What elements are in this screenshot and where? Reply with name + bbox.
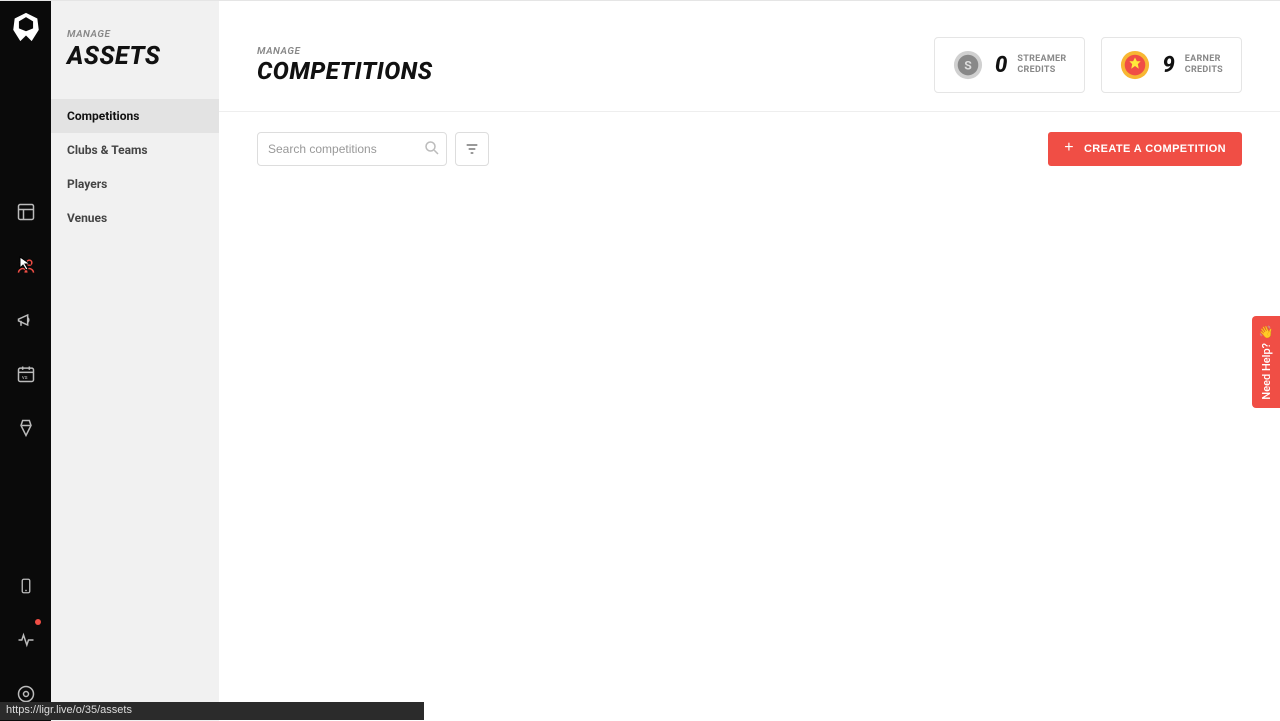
sidebar-item-players[interactable]: Players xyxy=(51,167,219,201)
earner-credits-label: EARNERCREDITS xyxy=(1185,54,1223,76)
sidebar-item-competitions[interactable]: Competitions xyxy=(51,99,219,133)
status-url-bar: https://ligr.live/o/35/assets xyxy=(0,702,424,720)
help-emoji-icon: 👋 xyxy=(1259,325,1274,339)
notification-dot-icon xyxy=(35,619,41,625)
streamer-credits-icon: S xyxy=(953,50,983,80)
nav-promote[interactable] xyxy=(0,293,51,347)
nav-activity[interactable] xyxy=(0,613,51,667)
page-title: COMPETITIONS xyxy=(257,57,918,85)
nav-mobile[interactable] xyxy=(0,559,51,613)
search-input[interactable] xyxy=(257,132,447,166)
streamer-credits-card[interactable]: S 0 STREAMERCREDITS xyxy=(934,37,1085,93)
plus-icon: + xyxy=(1064,139,1074,157)
sidebar-title: ASSETS xyxy=(51,40,219,99)
filter-button[interactable] xyxy=(455,132,489,166)
search-icon[interactable] xyxy=(423,139,441,161)
filter-icon xyxy=(464,141,480,157)
nav-assets[interactable] xyxy=(0,239,51,293)
nav-dashboard[interactable] xyxy=(0,185,51,239)
svg-text:vs: vs xyxy=(21,375,27,381)
earner-credits-icon xyxy=(1120,50,1150,80)
app-logo[interactable] xyxy=(8,9,44,45)
need-help-tab[interactable]: 👋 Need Help? xyxy=(1252,316,1280,408)
create-competition-button[interactable]: + CREATE A COMPETITION xyxy=(1048,132,1242,166)
sidebar-item-clubs-teams[interactable]: Clubs & Teams xyxy=(51,133,219,167)
sidebar-item-venues[interactable]: Venues xyxy=(51,201,219,235)
earner-credits-value: 9 xyxy=(1162,53,1174,78)
nav-schedule[interactable]: vs xyxy=(0,347,51,401)
page-overline: MANAGE xyxy=(257,46,918,57)
streamer-credits-label: STREAMERCREDITS xyxy=(1017,54,1066,76)
earner-credits-card[interactable]: 9 EARNERCREDITS xyxy=(1101,37,1242,93)
svg-text:S: S xyxy=(964,59,972,73)
sidebar-overline: MANAGE xyxy=(51,29,219,40)
nav-themes[interactable] xyxy=(0,401,51,455)
streamer-credits-value: 0 xyxy=(995,53,1007,78)
